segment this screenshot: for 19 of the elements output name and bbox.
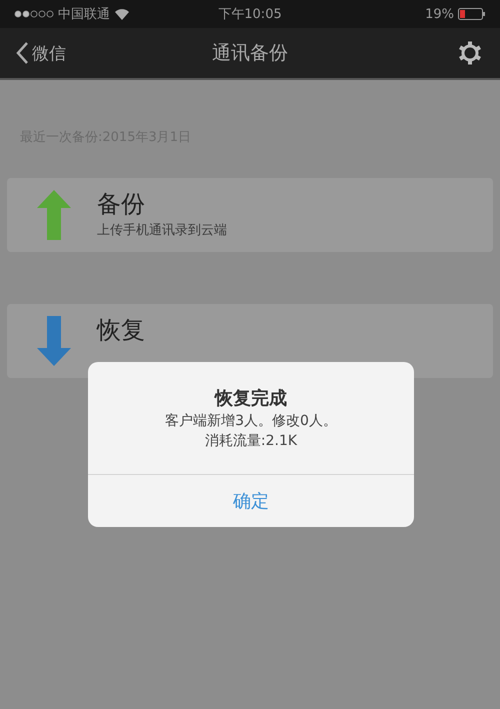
settings-icon[interactable]: [458, 41, 482, 65]
clock-time: 下午10:05: [218, 7, 282, 22]
dialog-message: 客户端新增3人。修改0人。: [165, 412, 337, 430]
wifi-icon: [114, 8, 130, 20]
dialog-message: 消耗流量:2.1K: [204, 432, 298, 450]
chevron-left-icon: [16, 42, 28, 64]
action-subtitle: 上传手机通讯录到云端: [97, 222, 227, 239]
down-arrow-icon: [37, 316, 71, 366]
action-title: 恢复: [97, 315, 145, 346]
confirm-button[interactable]: 确定: [88, 475, 414, 527]
signal-icon: [14, 10, 54, 18]
carrier-name: 中国联通: [58, 6, 110, 23]
action-title: 备份: [97, 189, 146, 220]
dialog-title: 恢复完成: [215, 387, 287, 410]
page-title: 通讯备份: [212, 42, 288, 64]
battery-icon: [458, 8, 486, 20]
action-card[interactable]: 备份 上传手机通讯录到云端: [7, 178, 493, 252]
battery-percent: 19%: [425, 6, 454, 22]
up-arrow-icon: [37, 190, 71, 240]
